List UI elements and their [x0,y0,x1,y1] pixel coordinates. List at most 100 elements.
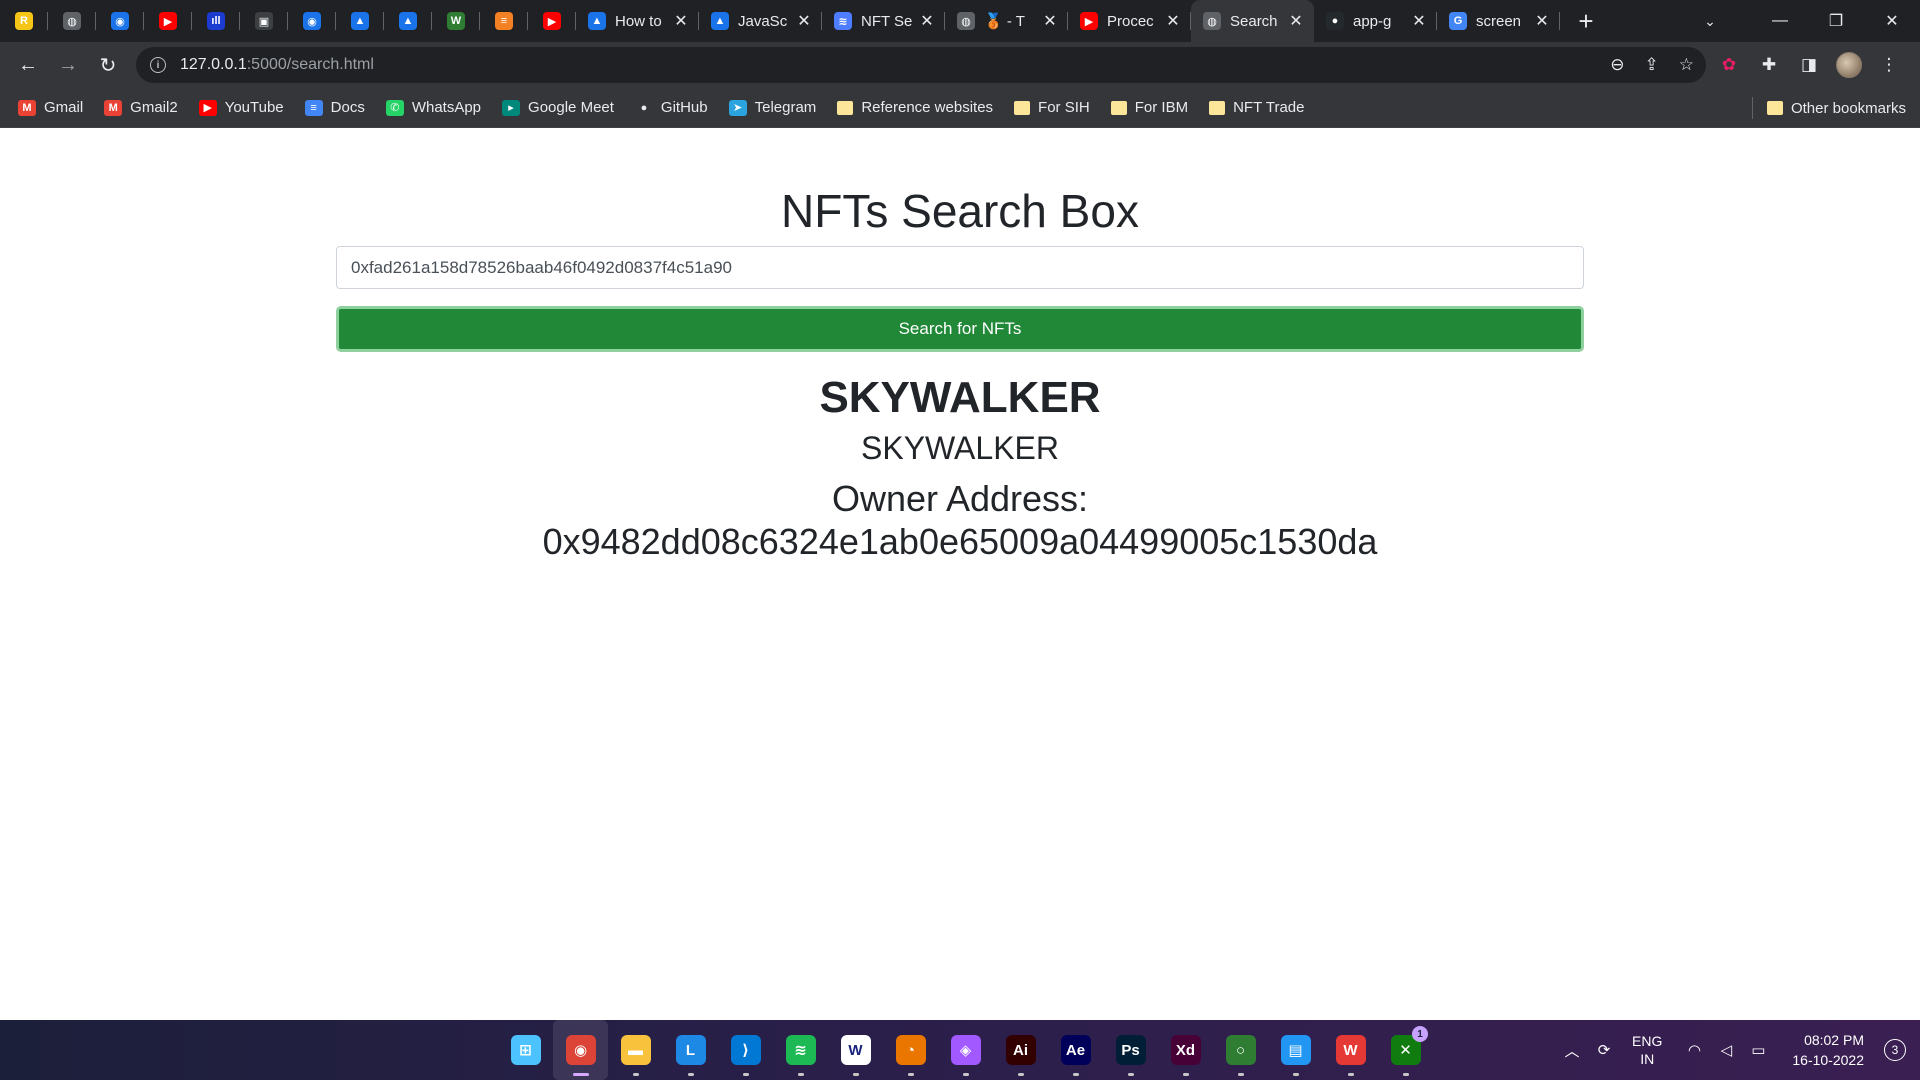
page-content: NFTs Search Box Search for NFTs SKYWALKE… [0,128,1920,1020]
taskbar-app[interactable]: ▤ [1268,1020,1323,1080]
bookmark-item[interactable]: M Gmail [18,99,83,116]
share-icon[interactable]: ⇪ [1645,55,1659,75]
restore-button[interactable]: ❐ [1808,0,1864,42]
taskbar-app[interactable]: ⟩ [718,1020,773,1080]
close-tab-icon[interactable]: ✕ [796,13,812,30]
battery-icon[interactable]: ▭ [1744,1036,1772,1064]
pinned-tab[interactable]: ▣ [240,0,288,42]
pinned-tab[interactable]: ▲ [384,0,432,42]
taskbar-app[interactable]: ✕ 1 [1378,1020,1433,1080]
tab[interactable]: Gscreen ✕ [1437,0,1560,42]
bookmark-item[interactable]: ≡ Docs [304,99,365,116]
clock[interactable]: 08:02 PM 16-10-2022 [1792,1030,1864,1070]
taskbar-app[interactable]: Ae [1048,1020,1103,1080]
spotify-icon: ≋ [785,1035,816,1065]
menu-kebab-icon[interactable]: ⋮ [1876,52,1902,78]
tab-title: NFT Se [861,12,913,30]
pinned-tab[interactable]: R [0,0,48,42]
app-badge: 1 [1412,1026,1428,1042]
pinned-tab[interactable]: ◉ [288,0,336,42]
search-input[interactable] [336,246,1584,289]
zoom-icon[interactable]: ⊖ [1610,55,1624,75]
pinned-tab[interactable]: ▲ [336,0,384,42]
google-icon: G [1449,12,1467,30]
youtube-icon: ▶ [159,12,177,30]
bookmark-item[interactable]: M Gmail2 [104,99,178,116]
close-tab-icon[interactable]: ✕ [1534,13,1550,30]
close-tab-icon[interactable]: ✕ [673,13,689,30]
taskbar-app[interactable]: ○ [1213,1020,1268,1080]
stackoverflow-icon: ≡ [495,12,513,30]
pinned-tab[interactable]: ◍ [48,0,96,42]
close-tab-icon[interactable]: ✕ [1411,13,1427,30]
blue-bubble-icon: ◉ [303,12,321,30]
reload-button[interactable]: ↻ [88,45,128,85]
bookmark-item[interactable]: ▸ Google Meet [502,99,614,116]
language-indicator[interactable]: ENG IN [1632,1032,1662,1068]
volume-icon[interactable]: ◁ [1712,1036,1740,1064]
bookmark-item[interactable]: For SIH [1014,99,1090,116]
bookmark-star-icon[interactable]: ☆ [1679,55,1694,75]
taskbar-app[interactable]: Xd [1158,1020,1213,1080]
extensions-puzzle-icon[interactable]: ✚ [1756,52,1782,78]
taskbar-app[interactable]: ▬ [608,1020,663,1080]
back-button[interactable]: ← [8,45,48,85]
taskbar-app[interactable]: ⊞ [498,1020,553,1080]
minimize-button[interactable]: — [1752,0,1808,42]
side-panel-icon[interactable]: ◨ [1796,52,1822,78]
other-bookmarks[interactable]: Other bookmarks [1751,88,1906,128]
pinned-tab[interactable]: ▶ [144,0,192,42]
taskbar-app[interactable]: ◔ [883,1020,938,1080]
forward-button[interactable]: → [48,45,88,85]
close-window-button[interactable]: ✕ [1864,0,1920,42]
wifi-icon[interactable]: ◠ [1680,1036,1708,1064]
bookmark-label: YouTube [224,99,284,116]
pinned-tab[interactable]: ◉ [96,0,144,42]
taskbar-app[interactable]: ◈ [938,1020,993,1080]
notification-badge[interactable]: 3 [1884,1039,1906,1061]
tab[interactable]: ◍ 🥉 - T ✕ [945,0,1068,42]
tab[interactable]: ≋ NFT Se ✕ [822,0,945,42]
bookmark-item[interactable]: ✆ WhatsApp [385,99,482,116]
bookmark-item[interactable]: Reference websites [837,99,993,116]
bookmark-item[interactable]: ▶ YouTube [198,99,284,116]
close-tab-icon[interactable]: ✕ [919,13,935,30]
bookmark-item[interactable]: ● GitHub [635,99,708,116]
extension-flower-icon[interactable]: ✿ [1716,52,1742,78]
taskbar-app[interactable]: W [828,1020,883,1080]
sync-icon[interactable]: ⟳ [1590,1036,1618,1064]
tab[interactable]: ● app-g ✕ [1314,0,1437,42]
tab-search-chevron-icon[interactable]: ⌄ [1690,0,1730,42]
tab-active[interactable]: ◍ Search ✕ [1191,0,1314,42]
tab[interactable]: ▲ How to ✕ [576,0,699,42]
running-indicator [1237,1073,1244,1076]
pinned-tab[interactable]: ≡ [480,0,528,42]
nft-symbol: SKYWALKER [861,430,1059,466]
taskbar-app[interactable]: ◉ [553,1020,608,1080]
figma-icon: ◈ [950,1035,981,1065]
close-tab-icon[interactable]: ✕ [1042,13,1058,30]
taskbar-app[interactable]: ≋ [773,1020,828,1080]
address-bar[interactable]: i 127.0.0.1:5000/search.html ⊖ ⇪ ☆ [136,47,1706,83]
show-hidden-icons-chevron-icon[interactable]: ︿ [1558,1036,1586,1064]
bookmark-item[interactable]: ➤ Telegram [728,99,816,116]
site-info-icon[interactable]: i [150,57,166,73]
pinned-tab[interactable]: ▶ [528,0,576,42]
bookmark-label: WhatsApp [411,99,482,116]
taskbar-app[interactable]: L [663,1020,718,1080]
taskbar-app[interactable]: Ai [993,1020,1048,1080]
profile-avatar[interactable] [1836,52,1862,78]
tab[interactable]: ▶ Procec ✕ [1068,0,1191,42]
bookmark-item[interactable]: NFT Trade [1209,99,1305,116]
taskbar-app[interactable]: Ps [1103,1020,1158,1080]
tab[interactable]: ▲ JavaSc ✕ [699,0,822,42]
bookmark-item[interactable]: For IBM [1110,99,1188,116]
pinned-tab[interactable]: W [432,0,480,42]
close-tab-icon[interactable]: ✕ [1288,13,1304,30]
new-tab-button[interactable]: + [1568,0,1604,42]
search-button[interactable]: Search for NFTs [336,306,1584,352]
pinned-tab[interactable]: ıll [192,0,240,42]
taskbar-app[interactable]: W [1323,1020,1378,1080]
close-tab-icon[interactable]: ✕ [1165,13,1181,30]
tab-title: Procec [1107,12,1154,30]
